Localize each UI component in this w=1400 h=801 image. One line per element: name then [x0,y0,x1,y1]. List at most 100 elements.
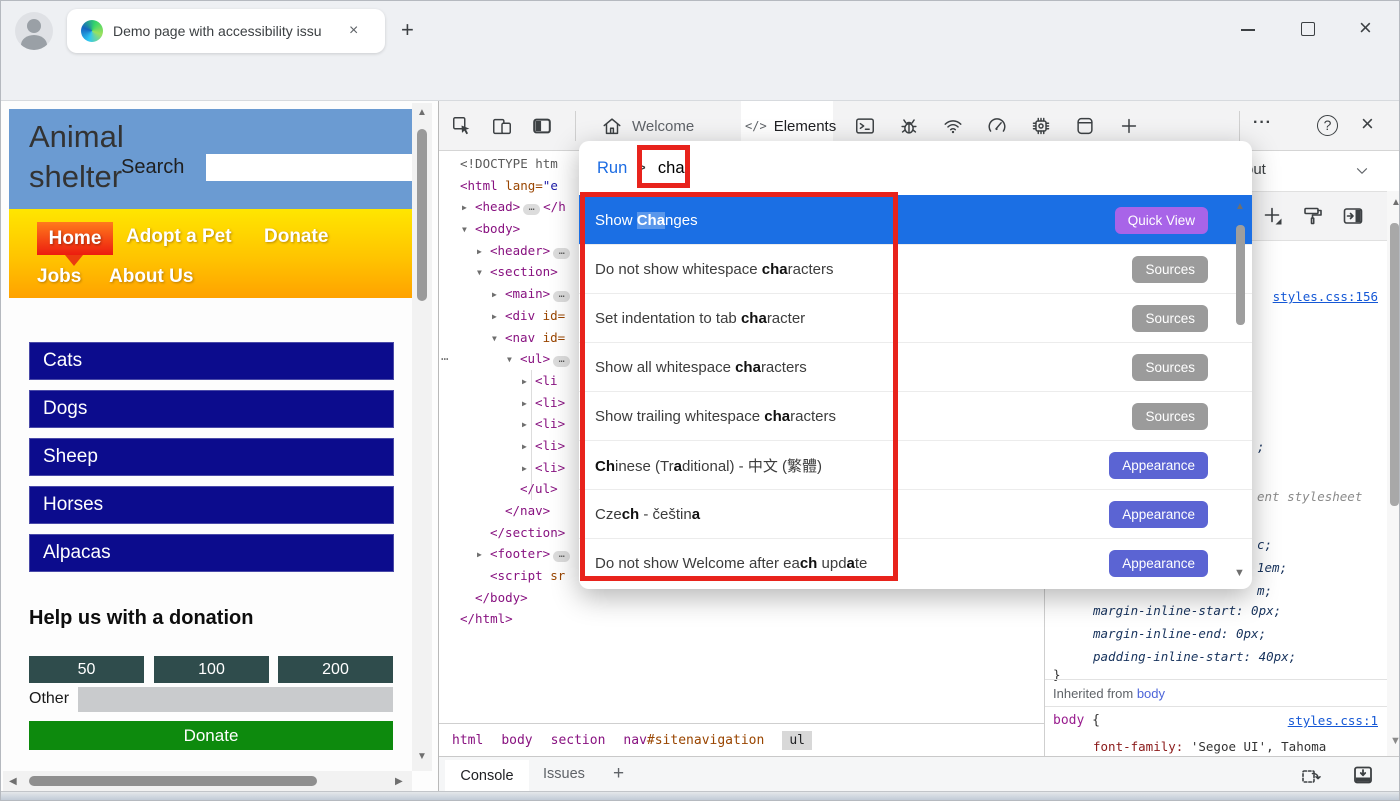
scroll-down-icon[interactable]: ▼ [417,751,427,762]
devtools-close-icon[interactable]: × [1361,111,1374,137]
twisty-icon[interactable]: ▼ [507,349,520,371]
command-mode-label: Run [597,159,627,178]
stylesheet-link[interactable]: styles.css:156 [1273,289,1378,304]
window-minimize-button[interactable] [1241,29,1255,31]
twisty-icon[interactable]: ▶ [522,371,535,393]
css-declaration: padding-inline-start: 40px; [1093,649,1296,664]
tab-close-icon[interactable]: × [349,22,358,40]
category-button-dogs[interactable]: Dogs [29,390,394,428]
category-button-horses[interactable]: Horses [29,486,394,524]
vertical-scroll-thumb[interactable] [417,129,427,301]
stylesheet-link[interactable]: styles.css:1 [1288,713,1378,728]
twisty-icon[interactable]: ▶ [477,544,490,566]
amount-button-50[interactable]: 50 [29,656,144,683]
amount-button-200[interactable]: 200 [278,656,393,683]
scroll-up-icon[interactable]: ▲ [1391,197,1400,208]
twisty-icon[interactable]: ▶ [462,197,475,219]
nav-item-home[interactable]: Home [37,222,113,255]
twisty-icon[interactable]: ▶ [492,284,505,306]
dom-text: </ul> [520,481,558,496]
performance-tool-icon[interactable] [986,115,1008,137]
scroll-left-icon[interactable]: ◀ [9,776,17,787]
inspect-icon[interactable] [451,115,473,137]
profile-avatar[interactable] [15,12,53,50]
window-close-button[interactable]: × [1359,15,1372,41]
breadcrumb-item-section[interactable]: section [551,733,606,748]
scroll-down-icon[interactable]: ▼ [1390,735,1400,747]
twisty-icon[interactable]: ▶ [522,414,535,436]
dock-panel-icon[interactable] [1341,204,1365,228]
dom-tree-node[interactable]: </html> [447,608,1037,630]
horizontal-scroll-thumb[interactable] [29,776,317,786]
chevron-down-icon[interactable] [1353,162,1371,180]
inherited-node-link[interactable]: body [1137,686,1165,701]
nav-item-donate[interactable]: Donate [264,226,328,248]
dom-text: <body> [475,221,520,236]
collapsed-children-icon[interactable]: … [523,204,540,215]
twisty-icon[interactable]: ▶ [492,306,505,328]
dom-text: </nav> [505,503,550,518]
more-tools-icon[interactable] [1118,115,1140,137]
twisty-icon[interactable]: ▶ [477,241,490,263]
styles-scroll-thumb[interactable] [1390,223,1399,506]
scroll-up-icon[interactable]: ▲ [1235,201,1245,212]
tab-issues[interactable]: Issues [543,766,585,782]
collapsed-children-icon[interactable]: … [553,291,570,302]
other-amount-input[interactable] [78,687,393,712]
scroll-right-icon[interactable]: ▶ [395,776,403,787]
command-list-scroll-thumb[interactable] [1236,225,1245,325]
debugger-tool-icon[interactable] [898,115,920,137]
network-tool-icon[interactable] [942,115,964,137]
new-tab-button[interactable]: + [401,17,414,43]
dom-text: <li> [535,438,565,453]
browser-tab[interactable]: Demo page with accessibility issu × [67,9,385,53]
new-style-rule-icon[interactable] [1261,204,1285,228]
window-maximize-button[interactable] [1301,22,1315,36]
dom-text: <!DOCTYPE htm [460,156,558,171]
dock-bottom-icon[interactable] [1351,763,1375,787]
devtools-help-icon[interactable]: ? [1317,115,1338,136]
tab-console[interactable]: Console [445,760,529,792]
application-tool-icon[interactable] [1074,115,1096,137]
twisty-icon[interactable]: ▼ [462,219,475,241]
undock-drawer-icon[interactable] [1299,763,1323,787]
css-text-fragment: ; [1257,439,1265,454]
brush-icon[interactable] [1301,204,1325,228]
console-drawer: Console Issues + [439,756,1400,791]
devtools-more-icon[interactable]: ··· [1253,114,1272,132]
device-emulation-icon[interactable] [491,115,513,137]
nav-item-jobs[interactable]: Jobs [37,266,81,288]
collapsed-children-icon[interactable]: … [553,551,570,562]
scroll-up-icon[interactable]: ▲ [417,107,427,118]
breadcrumb-item-body[interactable]: body [501,733,532,748]
search-input[interactable] [206,154,414,181]
scroll-down-icon[interactable]: ▼ [1234,567,1245,579]
dom-text: <section> [490,264,558,279]
twisty-icon[interactable]: ▼ [492,328,505,350]
toolbar-divider [1239,111,1240,141]
category-button-sheep[interactable]: Sheep [29,438,394,476]
donate-button[interactable]: Donate [29,721,393,750]
dock-side-icon[interactable] [531,115,553,137]
add-drawer-tab-button[interactable]: + [613,763,624,785]
category-button-alpacas[interactable]: Alpacas [29,534,394,572]
twisty-icon[interactable]: ▶ [522,393,535,415]
twisty-icon[interactable]: ▼ [477,262,490,284]
node-menu-icon[interactable]: ⋯ [441,348,450,370]
css-declaration: font-family: 'Segoe UI', Tahoma [1093,739,1326,754]
dom-text: id= [535,308,565,323]
console-tool-icon[interactable] [854,115,876,137]
breadcrumb-item-nav[interactable]: nav#sitenavigation [623,733,764,748]
dom-tree-node[interactable]: </body> [447,587,1037,609]
nav-item-about-us[interactable]: About Us [109,266,193,288]
breadcrumb-item-html[interactable]: html [452,733,483,748]
twisty-icon[interactable]: ▶ [522,458,535,480]
breadcrumb-item-ul[interactable]: ul [782,731,812,750]
collapsed-children-icon[interactable]: … [553,248,570,259]
twisty-icon[interactable]: ▶ [522,436,535,458]
nav-item-adopt-a-pet[interactable]: Adopt a Pet [126,226,232,248]
memory-tool-icon[interactable] [1030,115,1052,137]
amount-button-100[interactable]: 100 [154,656,269,683]
category-button-cats[interactable]: Cats [29,342,394,380]
collapsed-children-icon[interactable]: … [553,356,570,367]
